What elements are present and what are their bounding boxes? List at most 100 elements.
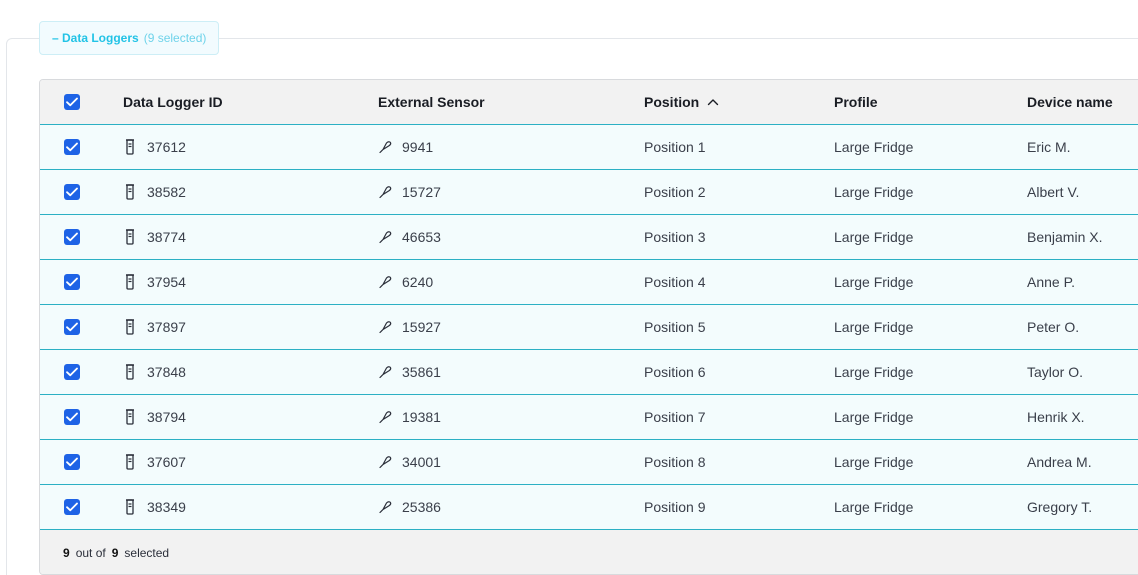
footer-selected-count: 9 [63, 545, 70, 560]
header-device-name[interactable]: Device name [1027, 80, 1113, 124]
probe-icon [378, 140, 392, 154]
table-row[interactable]: 38349 25386 Position 9 Large Fridge Greg… [40, 485, 1138, 530]
position-cell: Position 5 [644, 319, 706, 335]
profile-cell: Large Fridge [834, 274, 914, 290]
logger-id: 38774 [147, 229, 186, 245]
profile-cell: Large Fridge [834, 454, 914, 470]
logger-id: 37897 [147, 319, 186, 335]
table-row[interactable]: 38794 19381 Position 7 Large Fridge Henr… [40, 395, 1138, 440]
selected-count-label: (9 selected) [143, 31, 207, 45]
data-logger-icon [123, 409, 137, 425]
data-logger-icon [123, 499, 137, 515]
table-row[interactable]: 37607 34001 Position 8 Large Fridge Andr… [40, 440, 1138, 485]
probe-icon [378, 410, 392, 424]
table-row[interactable]: 37954 6240 Position 4 Large Fridge Anne … [40, 260, 1138, 305]
external-sensor-id: 35861 [402, 364, 441, 380]
external-sensor-cell: 19381 [378, 395, 441, 439]
row-select-cell [64, 260, 80, 304]
select-all-cell [64, 80, 80, 124]
data-loggers-toggle[interactable]: – Data Loggers (9 selected) [39, 21, 220, 55]
position-cell: Position 9 [644, 499, 706, 515]
row-checkbox[interactable] [64, 319, 80, 335]
probe-icon [378, 230, 392, 244]
profile-cell: Large Fridge [834, 364, 914, 380]
row-checkbox[interactable] [64, 499, 80, 515]
data-logger-icon [123, 139, 137, 155]
checkmark-icon [66, 367, 78, 377]
row-checkbox[interactable] [64, 184, 80, 200]
probe-icon [378, 455, 392, 469]
table-row[interactable]: 38582 15727 Position 2 Large Fridge Albe… [40, 170, 1138, 215]
data-logger-icon [123, 364, 137, 380]
external-sensor-id: 46653 [402, 229, 441, 245]
footer-selected-label: selected [124, 545, 170, 560]
checkmark-icon [66, 412, 78, 422]
external-sensor-cell: 9941 [378, 125, 433, 169]
logger-id: 37954 [147, 274, 186, 290]
data-logger-icon [123, 229, 137, 245]
device-name-cell: Andrea M. [1027, 454, 1092, 470]
logger-id: 37607 [147, 454, 186, 470]
profile-cell: Large Fridge [834, 409, 914, 425]
logger-id-cell: 38774 [123, 215, 186, 259]
external-sensor-id: 15727 [402, 184, 441, 200]
logger-id: 37612 [147, 139, 186, 155]
profile-cell: Large Fridge [834, 229, 914, 245]
row-select-cell [64, 350, 80, 394]
row-select-cell [64, 170, 80, 214]
position-cell: Position 1 [644, 139, 706, 155]
header-position[interactable]: Position [644, 80, 719, 124]
table-row[interactable]: 37897 15927 Position 5 Large Fridge Pete… [40, 305, 1138, 350]
logger-id: 38349 [147, 499, 186, 515]
row-checkbox[interactable] [64, 229, 80, 245]
logger-id: 37848 [147, 364, 186, 380]
row-select-cell [64, 305, 80, 349]
position-cell: Position 2 [644, 184, 706, 200]
table-row[interactable]: 37848 35861 Position 6 Large Fridge Tayl… [40, 350, 1138, 395]
row-checkbox[interactable] [64, 454, 80, 470]
data-logger-icon [123, 274, 137, 290]
logger-id-cell: 38349 [123, 485, 186, 529]
external-sensor-id: 19381 [402, 409, 441, 425]
external-sensor-id: 15927 [402, 319, 441, 335]
position-cell: Position 3 [644, 229, 706, 245]
header-position-label: Position [644, 94, 700, 110]
device-name-cell: Albert V. [1027, 184, 1080, 200]
checkmark-icon [66, 502, 78, 512]
profile-cell: Large Fridge [834, 319, 914, 335]
row-checkbox[interactable] [64, 409, 80, 425]
logger-id-cell: 37848 [123, 350, 186, 394]
profile-cell: Large Fridge [834, 139, 914, 155]
device-name-cell: Eric M. [1027, 139, 1071, 155]
table-row[interactable]: 38774 46653 Position 3 Large Fridge Benj… [40, 215, 1138, 260]
header-profile[interactable]: Profile [834, 80, 878, 124]
table-header: Data Logger ID External Sensor Position … [40, 80, 1138, 125]
header-external-sensor[interactable]: External Sensor [378, 80, 485, 124]
table-footer: 9 out of 9 selected [40, 530, 1138, 574]
row-select-cell [64, 215, 80, 259]
row-select-cell [64, 440, 80, 484]
device-name-cell: Benjamin X. [1027, 229, 1103, 245]
external-sensor-cell: 46653 [378, 215, 441, 259]
probe-icon [378, 365, 392, 379]
table-row[interactable]: 37612 9941 Position 1 Large Fridge Eric … [40, 125, 1138, 170]
device-name-cell: Henrik X. [1027, 409, 1085, 425]
external-sensor-cell: 34001 [378, 440, 441, 484]
header-data-logger-id[interactable]: Data Logger ID [123, 80, 223, 124]
checkmark-icon [66, 232, 78, 242]
logger-id-cell: 37607 [123, 440, 186, 484]
row-checkbox[interactable] [64, 364, 80, 380]
row-select-cell [64, 485, 80, 529]
position-cell: Position 8 [644, 454, 706, 470]
data-logger-icon [123, 454, 137, 470]
logger-id-cell: 37897 [123, 305, 186, 349]
device-name-cell: Peter O. [1027, 319, 1080, 335]
row-checkbox[interactable] [64, 139, 80, 155]
row-checkbox[interactable] [64, 274, 80, 290]
checkmark-icon [66, 97, 78, 107]
external-sensor-cell: 6240 [378, 260, 433, 304]
logger-id-cell: 37954 [123, 260, 186, 304]
position-cell: Position 7 [644, 409, 706, 425]
select-all-checkbox[interactable] [64, 94, 80, 110]
logger-id-cell: 38582 [123, 170, 186, 214]
